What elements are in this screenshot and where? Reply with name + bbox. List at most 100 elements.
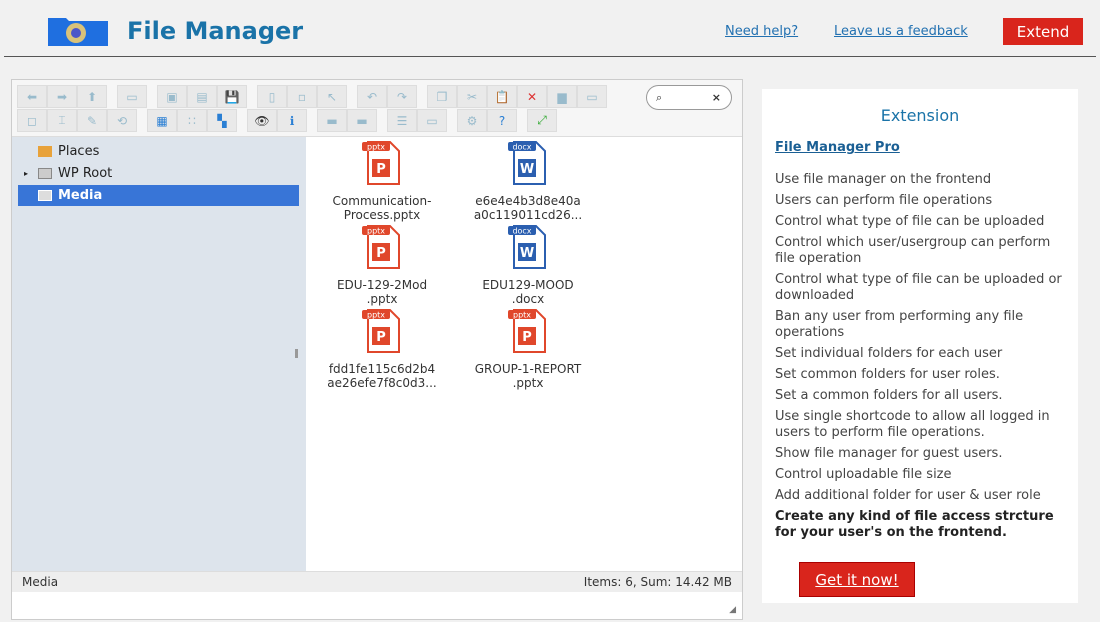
feature-item: Ban any user from performing any file op…: [775, 309, 1024, 340]
open-button[interactable]: ▯: [257, 85, 287, 108]
svg-text:P: P: [376, 162, 386, 177]
extension-title: Extension: [880, 106, 960, 125]
redo-button[interactable]: ↷: [387, 85, 417, 108]
info-icon: ℹ: [289, 113, 295, 128]
extend-button[interactable]: Extend: [1003, 18, 1083, 45]
file-name-line1: fdd1fe115c6d2b4: [328, 362, 436, 376]
extract-button[interactable]: ▬: [317, 109, 347, 132]
status-path: Media: [22, 575, 59, 589]
feature-item: Set a common folders for all users.: [775, 388, 1003, 403]
tree-item-places[interactable]: Places: [18, 141, 299, 162]
file-item[interactable]: docx We6e4e4b3d8e40a a0c119011cd26...: [456, 141, 600, 222]
arrow-up-button[interactable]: ⬆: [77, 85, 107, 108]
fullscreen-icon: ⤢: [537, 113, 547, 127]
view-small-icon: ∷: [188, 113, 196, 128]
select-button[interactable]: ↖: [317, 85, 347, 108]
sort-button[interactable]: ☰: [387, 109, 417, 132]
pptx-file-icon: pptx P: [362, 225, 400, 269]
feature-item: Users can perform file operations: [775, 193, 993, 208]
file-name-line2: Process.pptx: [343, 208, 421, 222]
resize-handle[interactable]: [295, 349, 298, 358]
info-button[interactable]: ℹ: [277, 109, 307, 132]
delete-icon: ✕: [526, 89, 538, 104]
preview-icon: 👁: [254, 113, 270, 128]
undo-button[interactable]: ↶: [357, 85, 387, 108]
file-name-line2: .pptx: [512, 376, 544, 390]
arrow-right-button[interactable]: ➡: [47, 85, 77, 108]
docx-file-icon: docx W: [508, 141, 546, 185]
toolbar-group: ▣ ▤ 💾: [157, 85, 247, 108]
paste-button[interactable]: 📋: [487, 85, 517, 108]
svg-text:docx: docx: [512, 143, 531, 152]
view-small-button[interactable]: ∷: [177, 109, 207, 132]
fullscreen-button[interactable]: ⤢: [527, 109, 557, 132]
copy-button[interactable]: ❐: [427, 85, 457, 108]
file-item[interactable]: pptx Pfdd1fe115c6d2b4 ae26efe7f8c0d3...: [310, 309, 454, 390]
arrow-right-icon: ➡: [56, 89, 68, 104]
archive-add-button[interactable]: ▬: [347, 109, 377, 132]
save-button[interactable]: ▫: [287, 85, 317, 108]
file-grid: pptx P Communication- Process.pptx docx We6e4…: [306, 137, 742, 571]
toolbar-group: ▦ ∷ ▚: [147, 109, 237, 132]
feature-highlight: Create any kind of file access strcture …: [775, 509, 1054, 540]
mkdir-button[interactable]: ▣: [157, 85, 187, 108]
folder-logo-icon: [48, 18, 108, 46]
rename-button[interactable]: ⌶: [47, 109, 77, 132]
archive-add-icon: ▬: [356, 113, 368, 128]
extract-icon: ▬: [326, 113, 338, 128]
toolbar-group: ⬅ ➡ ⬆: [17, 85, 107, 108]
drive-icon: [38, 168, 52, 179]
search-input[interactable]: ⌕ ×: [646, 85, 732, 110]
duplicate-button[interactable]: ◻: [17, 109, 47, 132]
places-button[interactable]: ▭: [417, 109, 447, 132]
get-it-now-button[interactable]: Get it now!: [799, 562, 915, 597]
preview-button[interactable]: 👁: [247, 109, 277, 132]
file-item[interactable]: pptx P Communication- Process.pptx: [310, 141, 454, 222]
feedback-link[interactable]: Leave us a feedback: [834, 24, 968, 39]
toolbar: ⬅ ➡ ⬆ ▭ ▣ ▤ 💾 ▯ ▫ ↖ ↶ ↷ ❐ ✂ 📋 ✕ ▆ ▭ ◻ ⌶ ✎ ⟲ ▦ ∷ ▚ 👁 ℹ ▬ ▬ ☰ ▭ ⚙? ⤢ ⌕ ×: [12, 80, 742, 137]
archive-button[interactable]: ⟲: [107, 109, 137, 132]
arrow-up-icon: ⬆: [86, 89, 98, 104]
tree-item-wp-root[interactable]: ▸ WP Root: [18, 163, 299, 184]
help-button[interactable]: ?: [487, 109, 517, 132]
pptx-file-icon: pptx P: [508, 309, 546, 353]
empty-button[interactable]: ▆: [547, 85, 577, 108]
file-item[interactable]: docx W EDU129-MOOD .docx: [456, 225, 600, 306]
svg-text:pptx: pptx: [367, 143, 385, 152]
file-name-line1: e6e4e4b3d8e40a: [475, 194, 581, 208]
delete-button[interactable]: ✕: [517, 85, 547, 108]
help-link[interactable]: Need help?: [725, 24, 798, 39]
upload-button[interactable]: 💾: [217, 85, 247, 108]
feature-list: Use file manager on the frontend Users ca…: [775, 172, 1070, 546]
clear-search-icon[interactable]: ×: [712, 91, 721, 104]
folder-tree: Places ▸ WP Root Media: [12, 137, 306, 571]
file-item[interactable]: pptx P EDU-129-2Mod .pptx: [310, 225, 454, 306]
mkdir-icon: ▣: [166, 89, 178, 104]
feature-item: Control what type of file can be uploade…: [775, 272, 1062, 303]
product-link[interactable]: File Manager Pro: [775, 140, 900, 155]
toolbar-row-1: ⬅ ➡ ⬆ ▭ ▣ ▤ 💾 ▯ ▫ ↖ ↶ ↷ ❐ ✂ 📋 ✕ ▆ ▭: [17, 85, 607, 108]
sort-icon: ☰: [396, 113, 408, 128]
resize-grip-icon[interactable]: ◢: [729, 605, 736, 615]
file-item[interactable]: pptx P GROUP-1-REPORT .pptx: [456, 309, 600, 390]
tree-item-media[interactable]: Media: [18, 185, 299, 206]
feature-item: Control what type of file can be uploade…: [775, 214, 1045, 229]
expand-arrow-icon[interactable]: ▸: [24, 169, 28, 178]
settings-button[interactable]: ⚙: [457, 109, 487, 132]
toolbar-group: ⚙?: [457, 109, 517, 132]
view-icons-button[interactable]: ▦: [147, 109, 177, 132]
cut-button[interactable]: ✂: [457, 85, 487, 108]
view-list-button[interactable]: ▚: [207, 109, 237, 132]
view-list-icon: ▚: [217, 113, 227, 128]
edit-button[interactable]: ✎: [77, 109, 107, 132]
svg-text:docx: docx: [512, 227, 531, 236]
tree-label: Places: [58, 144, 100, 159]
feature-item: Show file manager for guest users.: [775, 446, 1003, 461]
places-icon: [38, 146, 52, 157]
netmount-button[interactable]: ▭: [117, 85, 147, 108]
mkfile-button[interactable]: ▤: [187, 85, 217, 108]
arrow-left-button[interactable]: ⬅: [17, 85, 47, 108]
toolbar-row-2: ◻ ⌶ ✎ ⟲ ▦ ∷ ▚ 👁 ℹ ▬ ▬ ☰ ▭ ⚙? ⤢: [17, 109, 557, 132]
svg-text:P: P: [376, 246, 386, 261]
resize-button[interactable]: ▭: [577, 85, 607, 108]
